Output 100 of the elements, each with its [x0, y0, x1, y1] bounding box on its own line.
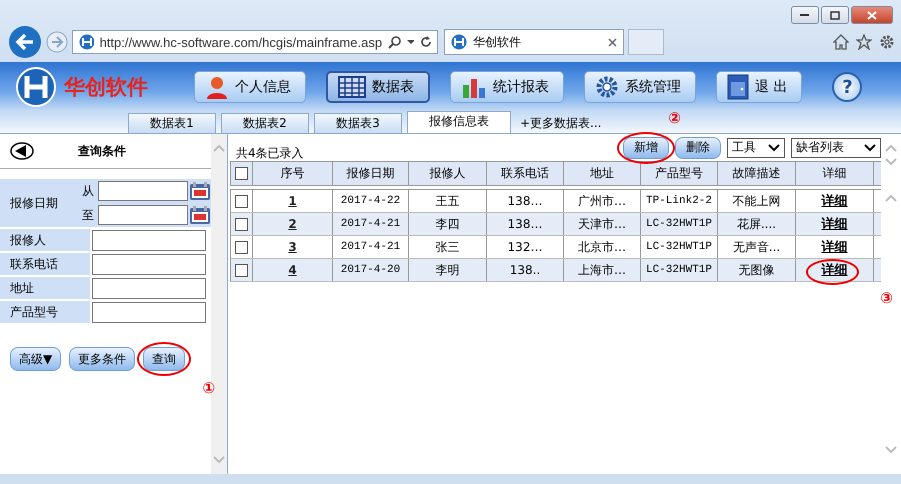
- field-label: 地址: [0, 277, 90, 299]
- site-logo-icon: [451, 34, 467, 50]
- input-field[interactable]: [92, 230, 206, 250]
- row-checkbox[interactable]: [235, 264, 248, 276]
- column-header: 报修人: [409, 162, 487, 185]
- annotation-number: ②: [668, 108, 681, 126]
- dropdown-icon[interactable]: [406, 39, 414, 45]
- input-field[interactable]: [92, 302, 206, 322]
- brand-name: 华创软件: [64, 74, 148, 101]
- row-number-link[interactable]: 2: [253, 213, 333, 235]
- table-cell: LC-32HWT1P: [641, 213, 718, 235]
- nav-button[interactable]: 退 出: [716, 71, 802, 103]
- tab[interactable]: 数据表1: [128, 113, 216, 133]
- minimize-icon: [800, 13, 810, 17]
- settings-icon[interactable]: [879, 34, 895, 50]
- detail-link[interactable]: 详细: [822, 215, 848, 233]
- detail-link[interactable]: 详细: [822, 261, 848, 279]
- date-field[interactable]: [98, 181, 188, 201]
- query-button[interactable]: 查询: [143, 347, 186, 371]
- column-header: 产品型号: [641, 162, 718, 185]
- detail-link[interactable]: 详细: [822, 238, 848, 256]
- row-checkbox[interactable]: [235, 240, 248, 254]
- site-logo-icon: [79, 34, 94, 50]
- table-cell: 王五: [409, 190, 487, 212]
- gear-icon: [595, 75, 619, 99]
- table-icon: [338, 76, 366, 98]
- close-button[interactable]: [851, 6, 893, 24]
- table-cell: LC-32HWT1P: [641, 259, 718, 281]
- table-cell: TP-Link2-2: [641, 190, 718, 212]
- nav-button[interactable]: 系统管理: [584, 71, 696, 103]
- star-icon[interactable]: [856, 34, 872, 50]
- table-cell: 张三: [409, 236, 487, 258]
- date-field[interactable]: [98, 205, 188, 225]
- row-checkbox[interactable]: [235, 194, 248, 208]
- close-icon: [867, 10, 877, 20]
- table-cell: 138…: [487, 190, 564, 212]
- search-icon[interactable]: [388, 35, 401, 49]
- calendar-icon[interactable]: [189, 205, 211, 225]
- row-number-link[interactable]: 3: [253, 236, 333, 258]
- table-cell: 138…: [487, 213, 564, 235]
- column-header: 报修日期: [333, 162, 409, 185]
- select-all-checkbox[interactable]: [235, 167, 248, 180]
- back-icon[interactable]: [8, 25, 42, 59]
- nav-button[interactable]: 个人信息: [194, 71, 306, 103]
- action-button[interactable]: 删除: [675, 136, 721, 158]
- highlight-ring: [137, 342, 192, 376]
- column-header: 联系电话: [487, 162, 564, 185]
- column-header: 地址: [564, 162, 641, 185]
- table-cell: 2017-4-20: [333, 259, 409, 281]
- query-button[interactable]: 更多条件: [69, 347, 136, 371]
- table-cell: 2017-4-22: [333, 190, 409, 212]
- home-icon[interactable]: [833, 34, 849, 50]
- table-cell: 李明: [409, 259, 487, 281]
- annotation-number: ③: [880, 289, 893, 307]
- column-header: 详细: [796, 162, 874, 185]
- table-cell: 无声音...: [718, 236, 796, 258]
- help-button[interactable]: ?: [832, 72, 862, 102]
- tab[interactable]: 数据表2: [221, 113, 309, 133]
- row-checkbox[interactable]: [235, 218, 248, 230]
- table-cell: 上海市…: [564, 259, 641, 281]
- door-icon: [727, 74, 749, 100]
- nav-button[interactable]: 数据表: [326, 71, 430, 103]
- detail-link[interactable]: 详细: [822, 192, 848, 210]
- query-button[interactable]: 高级▼: [10, 347, 62, 371]
- table-cell: 北京市…: [564, 236, 641, 258]
- table-cell: 广州市…: [564, 190, 641, 212]
- record-count: 共4条已录入: [235, 145, 304, 162]
- table-cell: LC-32HWT1P: [641, 236, 718, 258]
- table-cell: 天津市…: [564, 213, 641, 235]
- address-bar[interactable]: http://www.hc-software.com/hcgis/mainframe.asp: [72, 30, 438, 54]
- input-field[interactable]: [92, 254, 206, 274]
- maximize-icon: [830, 10, 840, 20]
- column-header: 故障描述: [718, 162, 796, 185]
- close-tab-icon[interactable]: [608, 38, 617, 46]
- row-number-link[interactable]: 4: [253, 259, 333, 281]
- select-dropdown[interactable]: 工具: [727, 138, 785, 158]
- field-label: 从: [81, 182, 95, 200]
- field-label: 产品型号: [0, 301, 90, 323]
- tab[interactable]: 报修信息表: [407, 111, 511, 133]
- action-button[interactable]: 新增: [623, 136, 669, 158]
- tab[interactable]: 数据表3: [314, 113, 402, 133]
- calendar-icon[interactable]: [189, 181, 211, 201]
- input-field[interactable]: [92, 278, 206, 298]
- nav-button[interactable]: 统计报表: [450, 71, 564, 103]
- caret-icon: [768, 144, 780, 152]
- caret-icon: [864, 144, 876, 152]
- field-label: 联系电话: [0, 253, 90, 275]
- panel-title: 查询条件: [78, 142, 126, 160]
- collapse-icon[interactable]: [10, 142, 34, 160]
- field-label: 至: [81, 206, 95, 224]
- more-tables-link[interactable]: +更多数据表...: [520, 114, 602, 133]
- browser-tab[interactable]: 华创软件: [444, 29, 624, 55]
- maximize-button[interactable]: [821, 6, 849, 24]
- logo-icon: [16, 67, 56, 107]
- minimize-button[interactable]: [791, 6, 819, 24]
- table-cell: 2017-4-21: [333, 236, 409, 258]
- refresh-icon[interactable]: [420, 36, 431, 48]
- select-dropdown[interactable]: 缺省列表: [791, 138, 881, 158]
- row-number-link[interactable]: 1: [253, 190, 333, 212]
- table-cell: 花屏....: [718, 213, 796, 235]
